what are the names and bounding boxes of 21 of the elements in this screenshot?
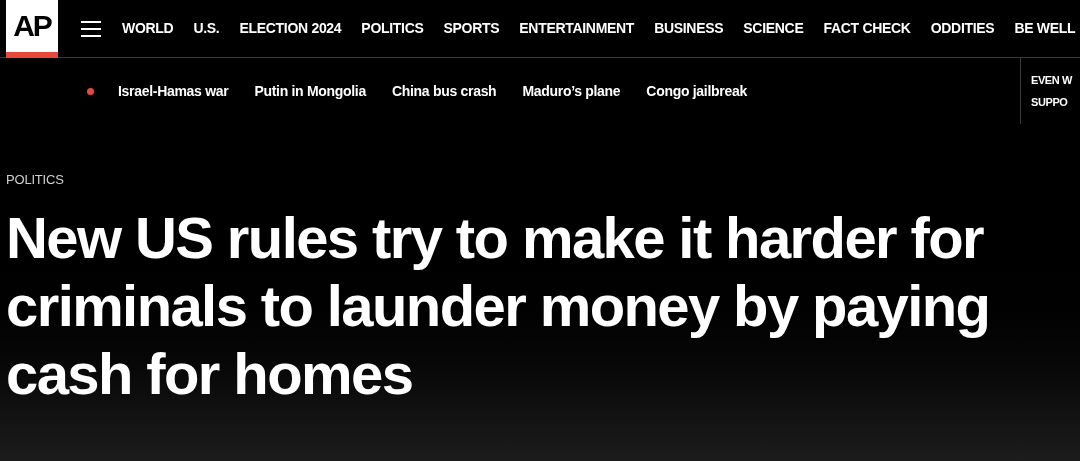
nav-link[interactable]: ENTERTAINMENT xyxy=(519,18,635,39)
trending-link[interactable]: Maduro’s plane xyxy=(522,80,621,102)
nav-link[interactable]: POLITICS xyxy=(361,18,424,39)
nav-link[interactable]: ELECTION 2024 xyxy=(239,18,342,39)
nav-link[interactable]: ODDITIES xyxy=(930,18,995,39)
nav-link[interactable]: SPORTS xyxy=(443,18,500,39)
headline: New US rules try to make it harder for criminals to launder money by paying cash for homes xyxy=(6,203,991,408)
category-label[interactable]: POLITICS xyxy=(6,170,1074,190)
trending-link[interactable]: Congo jailbreak xyxy=(646,80,747,102)
trending-link[interactable]: China bus crash xyxy=(391,80,497,102)
nav-link[interactable]: BE WELL xyxy=(1014,18,1076,39)
nav-link[interactable]: FACT CHECK xyxy=(823,18,911,39)
nav-link[interactable]: U.S. xyxy=(193,18,220,39)
trending-link[interactable]: Israel-Hamas war xyxy=(118,80,229,102)
nav-link[interactable]: SCIENCE xyxy=(743,18,804,39)
trending-link[interactable]: Putin in Mongolia xyxy=(254,80,366,102)
ap-logo[interactable]: AP xyxy=(6,0,58,58)
menu-icon[interactable] xyxy=(81,20,101,37)
nav-link[interactable]: WORLD xyxy=(122,18,174,39)
promo-text[interactable]: EVEN W SUPPO xyxy=(1031,69,1080,113)
nav-link[interactable]: BUSINESS xyxy=(654,18,724,39)
